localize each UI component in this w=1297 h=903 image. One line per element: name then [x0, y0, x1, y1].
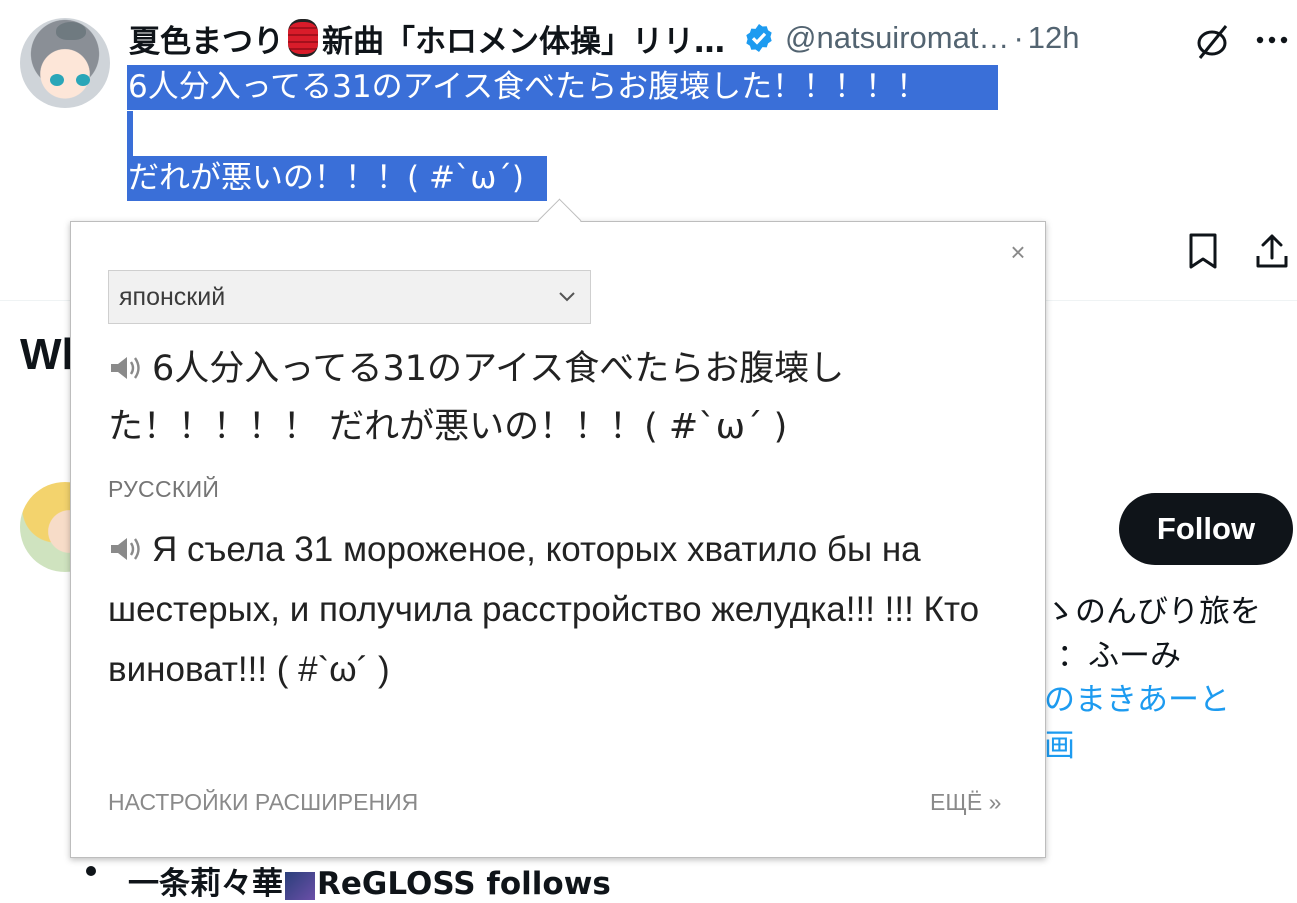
- avatar-eye-left: [50, 74, 64, 86]
- avatar-hat-shape: [56, 22, 86, 40]
- follows-list-suffix: ReGLOSS follows: [317, 866, 611, 902]
- verified-badge-icon[interactable]: [743, 22, 775, 54]
- speaker-icon[interactable]: [108, 353, 144, 383]
- tweet-header: 夏色まつり 新曲「ホロメン体操」リリ… @natsuiromat… · 12h: [129, 16, 1080, 60]
- user-bio-link-2[interactable]: 画: [1044, 720, 1075, 765]
- lantern-emoji-icon: [288, 19, 318, 57]
- more-icon[interactable]: [1254, 28, 1290, 52]
- tweet-text-line-2[interactable]: だれが悪いの！！！( #`ω´): [127, 156, 547, 201]
- user-bio-line-2: ：ふーみ: [1057, 638, 1181, 674]
- source-text: 6人分入ってる31のアイス食べたらお腹壊した！！！！！ だれが悪いの！！！( #…: [108, 349, 845, 447]
- tweet-text-line-1[interactable]: 6人分入ってる31のアイス食べたらお腹壊した！！！！！: [127, 65, 998, 110]
- author-avatar[interactable]: [20, 18, 110, 108]
- author-handle[interactable]: @natsuiromat…: [785, 20, 1009, 56]
- source-language-value: японский: [119, 282, 226, 311]
- night-sky-emoji-icon: [285, 871, 315, 900]
- source-language-select[interactable]: японский: [108, 270, 591, 324]
- bookmark-icon[interactable]: [1186, 232, 1220, 270]
- more-link[interactable]: ЕЩЁ »: [930, 789, 1001, 816]
- header-separator: ·: [1013, 20, 1024, 55]
- user-bio-line-1: ゝのんびり旅を: [1044, 594, 1261, 630]
- extension-settings-link[interactable]: НАСТРОЙКИ РАСШИРЕНИЯ: [108, 789, 418, 816]
- translated-text-block: Я съела 31 мороженое, которых хватило бы…: [108, 520, 1008, 700]
- chevron-down-icon: [559, 292, 575, 302]
- source-text-block: 6人分入ってる31のアイス食べたらお腹壊した！！！！！ だれが悪いの！！！( #…: [108, 340, 988, 456]
- author-name-suffix[interactable]: 新曲「ホロメン体操」リリ…: [322, 16, 725, 61]
- tweet-text-blank-line: [127, 111, 133, 156]
- translated-text: Я съела 31 мороженое, которых хватило бы…: [108, 530, 980, 689]
- follows-list-item[interactable]: 一条莉々華 ReGLOSS follows: [128, 858, 611, 903]
- section-title: Wl: [20, 330, 74, 379]
- user-bio-link-1[interactable]: のまきあーと: [1044, 674, 1230, 719]
- grok-disabled-icon[interactable]: [1192, 22, 1232, 62]
- close-icon[interactable]: ×: [1006, 239, 1030, 265]
- follows-list-name: 一条莉々華: [128, 866, 283, 902]
- follow-button[interactable]: Follow: [1119, 493, 1293, 565]
- speaker-icon[interactable]: [108, 534, 144, 564]
- target-language-label[interactable]: РУССКИЙ: [108, 476, 219, 503]
- avatar-eye-right: [76, 74, 90, 86]
- list-bullet: [86, 866, 96, 876]
- share-icon[interactable]: [1254, 232, 1290, 270]
- author-name[interactable]: 夏色まつり: [129, 16, 284, 61]
- tweet-timestamp[interactable]: 12h: [1028, 20, 1080, 56]
